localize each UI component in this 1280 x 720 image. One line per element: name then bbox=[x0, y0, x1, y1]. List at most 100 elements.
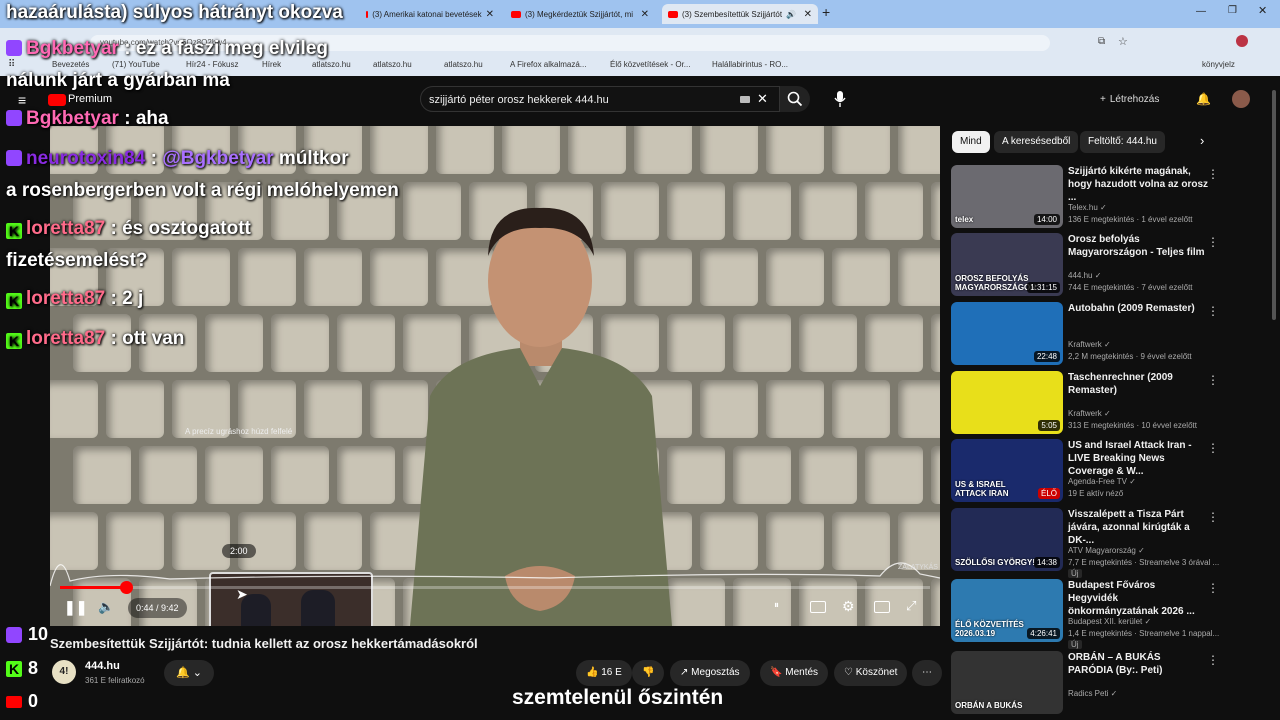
wall-tile bbox=[271, 446, 329, 504]
channel-name[interactable]: 444.hu ✓ bbox=[1068, 271, 1101, 280]
browser-tab[interactable]: (3) Amerikai katonai bevetések ✕ bbox=[360, 4, 500, 24]
create-button[interactable]: + Létrehozás bbox=[1100, 88, 1159, 110]
channel-name[interactable]: Agenda-Free TV ✓ bbox=[1068, 477, 1136, 486]
bookmark-item[interactable]: A Firefox alkalmazá... bbox=[510, 60, 586, 69]
seek-bar[interactable] bbox=[60, 586, 930, 589]
chat-message: neurotoxin84 : @Bgkbetyar múltkor bbox=[6, 148, 349, 170]
wall-tile bbox=[832, 126, 890, 174]
video-thumbnail[interactable]: 22:48 bbox=[951, 302, 1063, 365]
volume-icon[interactable]: 🔈 bbox=[98, 599, 114, 615]
more-options-icon[interactable]: ⋮ bbox=[1207, 373, 1219, 387]
video-title[interactable]: Budapest Főváros Hegyvidék önkormányzatá… bbox=[1068, 579, 1208, 618]
thanks-button[interactable]: ♡ Köszönet bbox=[834, 660, 908, 686]
recommended-video[interactable]: SZÖLLŐSI GYÖRGY! 14:38 Visszalépett a Tisz… bbox=[951, 508, 1251, 578]
channel-name[interactable]: Kraftwerk ✓ bbox=[1068, 409, 1111, 418]
search-input[interactable]: szijjártó péter orosz hekkerek 444.hu bbox=[420, 86, 780, 112]
notifications-icon[interactable]: 🔔 bbox=[1196, 92, 1211, 106]
channel-name[interactable]: 444.hu bbox=[85, 660, 120, 672]
account-avatar[interactable] bbox=[1232, 90, 1250, 108]
more-options-icon[interactable]: ⋮ bbox=[1207, 653, 1219, 667]
channel-name[interactable]: Kraftwerk ✓ bbox=[1068, 340, 1111, 349]
bookmark-star-icon[interactable]: ☆ bbox=[1118, 35, 1128, 48]
recommended-video[interactable]: 5:05 Taschenrechner (2009 Remaster) Kraftw… bbox=[951, 371, 1251, 437]
recommended-video[interactable]: ORBÁN A BUKÁS ORBÁN – A BUKÁS PARÓDIA (By… bbox=[951, 651, 1251, 717]
close-tab-icon[interactable]: ✕ bbox=[486, 9, 494, 20]
chevron-right-icon[interactable]: › bbox=[1200, 133, 1204, 148]
preview-hint: A precíz ugráshoz húzd felfelé bbox=[185, 427, 293, 436]
fullscreen-icon[interactable]: ⤢ bbox=[906, 598, 916, 614]
wall-tile bbox=[898, 126, 940, 174]
other-bookmarks[interactable]: könyvjelz bbox=[1202, 60, 1235, 69]
more-actions-button[interactable]: ⋯ bbox=[912, 660, 942, 686]
dislike-button[interactable]: 👎 bbox=[632, 660, 665, 686]
bookmark-item[interactable]: Élő közvetítések - Or... bbox=[610, 60, 690, 69]
minimize-icon[interactable]: — bbox=[1196, 6, 1206, 17]
microphone-icon bbox=[834, 91, 846, 107]
more-options-icon[interactable]: ⋮ bbox=[1207, 304, 1219, 318]
recommended-video[interactable]: telex 14:00 Szijjártó kikérte magának, hog… bbox=[951, 165, 1251, 231]
new-badge: Új bbox=[1068, 569, 1082, 578]
more-options-icon[interactable]: ⋮ bbox=[1207, 167, 1219, 181]
video-thumbnail[interactable]: OROSZ BEFOLYÁS MAGYARORSZÁGON 1:31:15 bbox=[951, 233, 1063, 296]
video-title[interactable]: Autobahn (2009 Remaster) bbox=[1068, 302, 1208, 315]
search-button[interactable] bbox=[780, 86, 810, 112]
scrollbar[interactable] bbox=[1272, 90, 1276, 320]
channel-name[interactable]: Radics Peti ✓ bbox=[1068, 689, 1117, 698]
subtitles-icon[interactable] bbox=[810, 601, 826, 613]
video-thumbnail[interactable]: ORBÁN A BUKÁS bbox=[951, 651, 1063, 714]
close-tab-icon[interactable]: ✕ bbox=[804, 9, 812, 20]
bookmark-item[interactable]: Halállabirintus - RO... bbox=[712, 60, 788, 69]
video-title[interactable]: Visszalépett a Tisza Párt jávára, azonna… bbox=[1068, 508, 1208, 547]
profile-avatar[interactable] bbox=[1236, 35, 1248, 47]
chat-separator: : bbox=[105, 328, 123, 349]
channel-avatar[interactable]: 4! bbox=[52, 660, 76, 684]
maximize-icon[interactable]: ❐ bbox=[1228, 5, 1237, 16]
chat-username: neurotoxin84 bbox=[26, 148, 146, 169]
new-tab-button[interactable]: + bbox=[822, 4, 830, 20]
speaker-icon[interactable]: 🔊 bbox=[786, 10, 796, 19]
install-icon[interactable]: ⧉ bbox=[1098, 36, 1105, 47]
video-meta: 2,2 M megtekintés · 9 évvel ezelőtt bbox=[1068, 352, 1192, 361]
browser-tab[interactable]: (3) Megkérdeztük Szijjártót, mi ✕ bbox=[505, 4, 655, 24]
chip-all[interactable]: Mind bbox=[952, 131, 990, 153]
video-title[interactable]: Orosz befolyás Magyarországon - Teljes f… bbox=[1068, 233, 1208, 259]
video-title[interactable]: Szijjártó kikérte magának, hogy hazudott… bbox=[1068, 165, 1208, 204]
recommended-video[interactable]: US & ISRAEL ATTACK IRAN ÉLŐ US and Israel … bbox=[951, 439, 1251, 505]
share-button[interactable]: ↗ Megosztás bbox=[670, 660, 750, 686]
video-thumbnail[interactable]: US & ISRAEL ATTACK IRAN ÉLŐ bbox=[951, 439, 1063, 502]
video-thumbnail[interactable]: SZÖLLŐSI GYÖRGY! 14:38 bbox=[951, 508, 1063, 571]
like-button[interactable]: 👍 16 E bbox=[576, 660, 632, 686]
video-title[interactable]: Taschenrechner (2009 Remaster) bbox=[1068, 371, 1208, 397]
close-tab-icon[interactable]: ✕ bbox=[641, 9, 649, 20]
keyboard-icon[interactable] bbox=[740, 96, 750, 103]
video-title[interactable]: US and Israel Attack Iran - LIVE Breakin… bbox=[1068, 439, 1208, 478]
voice-search-button[interactable] bbox=[826, 86, 854, 112]
autoplay-toggle-icon[interactable]: ⏸ bbox=[774, 600, 779, 611]
subscription-bell-button[interactable]: 🔔 ⌄ bbox=[164, 660, 214, 686]
more-options-icon[interactable]: ⋮ bbox=[1207, 441, 1219, 455]
channel-name[interactable]: ATV Magyarország ✓ bbox=[1068, 546, 1145, 555]
video-thumbnail[interactable]: telex 14:00 bbox=[951, 165, 1063, 228]
video-meta: 7,7 E megtekintés · Streamelve 3 órával … bbox=[1068, 558, 1220, 567]
close-window-icon[interactable]: ✕ bbox=[1258, 4, 1267, 17]
miniplayer-icon[interactable] bbox=[874, 601, 890, 613]
settings-gear-icon[interactable]: ⚙ bbox=[842, 598, 855, 615]
save-button[interactable]: 🔖 Mentés bbox=[760, 660, 829, 686]
recommended-video[interactable]: OROSZ BEFOLYÁS MAGYARORSZÁGON 1:31:15 Oros… bbox=[951, 233, 1251, 299]
video-thumbnail[interactable]: ÉLŐ KÖZVETÍTÉS 2026.03.19 4:26:41 bbox=[951, 579, 1063, 642]
channel-name[interactable]: Telex.hu ✓ bbox=[1068, 203, 1107, 212]
more-options-icon[interactable]: ⋮ bbox=[1207, 581, 1219, 595]
pause-icon[interactable]: ❚❚ bbox=[64, 599, 87, 616]
channel-name[interactable]: Budapest XII. kerület ✓ bbox=[1068, 617, 1151, 626]
chip-from-search[interactable]: A keresésedből bbox=[994, 131, 1079, 153]
more-options-icon[interactable]: ⋮ bbox=[1207, 510, 1219, 524]
video-thumbnail[interactable]: 5:05 bbox=[951, 371, 1063, 434]
more-options-icon[interactable]: ⋮ bbox=[1207, 235, 1219, 249]
recommended-video[interactable]: ÉLŐ KÖZVETÍTÉS 2026.03.19 4:26:41 Budapest… bbox=[951, 579, 1251, 649]
bookmark-item[interactable]: atlatszo.hu bbox=[444, 60, 483, 69]
chip-uploader[interactable]: Feltöltő: 444.hu bbox=[1080, 131, 1165, 153]
browser-tab-active[interactable]: (3) Szembesítettük Szijjártót 🔊 ✕ bbox=[662, 4, 818, 24]
recommended-video[interactable]: 22:48 Autobahn (2009 Remaster) Kraftwerk ✓… bbox=[951, 302, 1251, 368]
clear-search-icon[interactable]: ✕ bbox=[757, 91, 768, 107]
video-title[interactable]: ORBÁN – A BUKÁS PARÓDIA (By:. Peti) bbox=[1068, 651, 1208, 677]
